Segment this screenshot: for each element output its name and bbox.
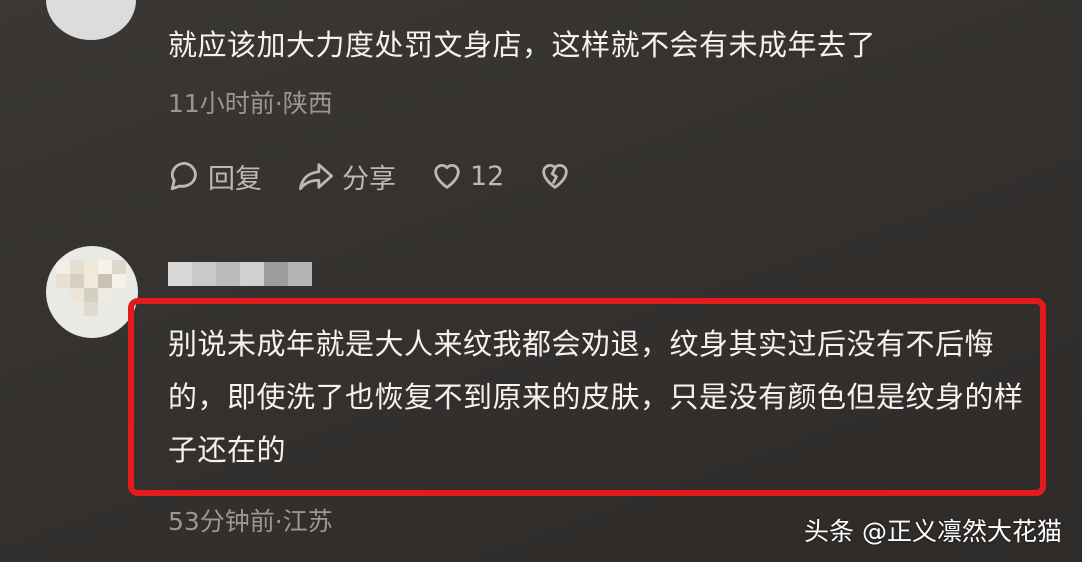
comment-meta: 53分钟前·江苏 [168, 507, 333, 536]
share-button[interactable]: 分享 [296, 157, 396, 196]
share-arrow-icon [299, 163, 334, 191]
comment-text: 就应该加大力度处罚文身店，这样就不会有未成年去了 [168, 28, 877, 62]
comment-actions: 回复 分享 12 [168, 156, 606, 196]
watermark: 头条 @正义凛然大花猫 [804, 517, 1062, 546]
share-label: 分享 [342, 163, 396, 195]
avatar[interactable] [46, 0, 136, 40]
reply-button[interactable]: 回复 [168, 157, 262, 196]
like-count: 12 [470, 160, 505, 192]
avatar-blurred[interactable] [46, 246, 138, 338]
comment-text: 别说未成年就是大人来纹我都会劝退，纹身其实过后没有不后悔的，即使洗了也恢复不到原… [168, 327, 1024, 467]
heart-icon [434, 164, 460, 189]
comment-bubble-icon [170, 161, 197, 191]
username-blurred[interactable] [168, 262, 312, 286]
like-button[interactable]: 12 [430, 159, 504, 193]
dislike-button[interactable] [538, 159, 572, 193]
reply-label: 回复 [208, 163, 262, 195]
broken-heart-icon [542, 164, 569, 189]
comment-meta: 11小时前·陕西 [168, 89, 333, 118]
